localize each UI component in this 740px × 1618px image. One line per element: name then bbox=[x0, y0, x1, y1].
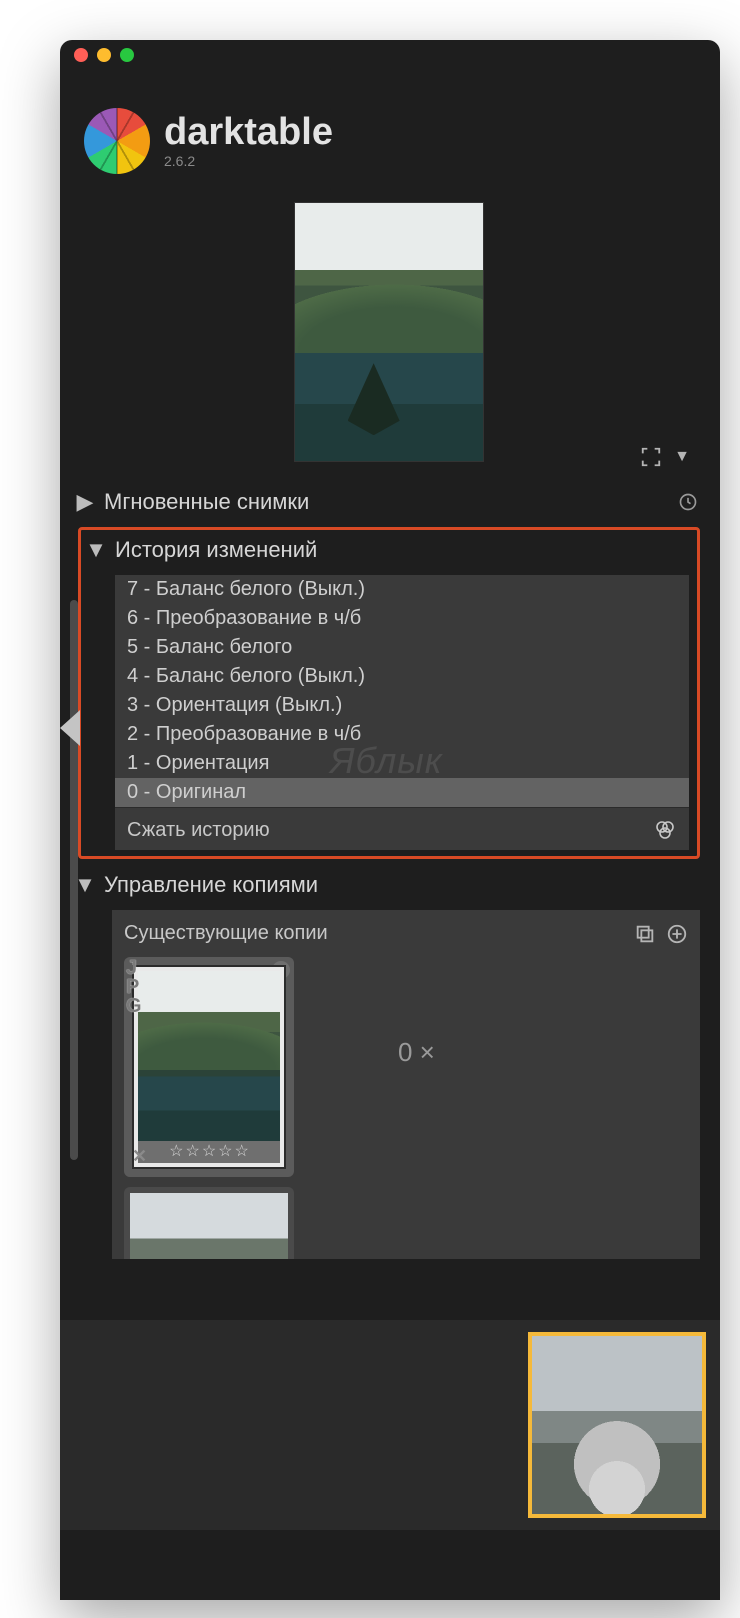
window-titlebar bbox=[60, 40, 720, 70]
chevron-down-icon: ▼ bbox=[89, 537, 103, 563]
history-list: 7 - Баланс белого (Выкл.) 6 - Преобразов… bbox=[115, 575, 689, 807]
history-item-selected[interactable]: 0 - Оригинал bbox=[115, 778, 689, 807]
star-icon[interactable]: ☆ bbox=[202, 1141, 216, 1161]
panel-snapshots: ▶ Мгновенные снимки bbox=[78, 482, 700, 521]
app-name: darktable bbox=[164, 113, 333, 151]
history-item[interactable]: 3 - Ориентация (Выкл.) bbox=[115, 691, 689, 720]
preview-area: ▼ bbox=[78, 194, 700, 476]
history-item[interactable]: 1 - Ориентация bbox=[115, 749, 689, 778]
reject-icon[interactable]: ✕ bbox=[132, 1146, 147, 1167]
thumbnail-image bbox=[138, 971, 280, 1141]
copy-count: 0 × bbox=[318, 957, 435, 1147]
panel-header-snapshots[interactable]: ▶ Мгновенные снимки bbox=[78, 482, 700, 521]
file-format-badge: JPG bbox=[126, 959, 142, 1016]
copies-body: Существующие копии JPG ✕ bbox=[112, 910, 700, 1259]
star-rating[interactable]: ☆ ☆ ☆ ☆ ☆ bbox=[138, 1139, 280, 1163]
collapse-panel-icon[interactable] bbox=[60, 710, 80, 746]
copy-thumbnail[interactable] bbox=[124, 1187, 294, 1259]
compress-history-row: Сжать историю bbox=[115, 807, 689, 850]
minimize-window-button[interactable] bbox=[97, 48, 111, 62]
chevron-right-icon: ▶ bbox=[78, 489, 92, 515]
close-window-button[interactable] bbox=[74, 48, 88, 62]
scrollbar[interactable] bbox=[70, 600, 78, 1160]
panel-header-history[interactable]: ▼ История изменений bbox=[81, 530, 697, 569]
compress-history-button[interactable]: Сжать историю bbox=[127, 819, 270, 842]
filmstrip-thumbnail-selected[interactable] bbox=[528, 1332, 706, 1518]
panel-header-copies[interactable]: ▼ Управление копиями bbox=[78, 865, 700, 904]
thumbnail-image bbox=[130, 1193, 288, 1259]
star-icon[interactable]: ☆ bbox=[235, 1141, 249, 1161]
star-icon[interactable]: ☆ bbox=[185, 1141, 199, 1161]
app-logo-icon bbox=[84, 108, 150, 174]
left-panel: darktable 2.6.2 ▼ ▶ Мгновенные снимки bbox=[60, 70, 720, 1259]
app-window: darktable 2.6.2 ▼ ▶ Мгновенные снимки bbox=[60, 40, 720, 1600]
fullscreen-icon[interactable] bbox=[640, 446, 662, 468]
preview-image[interactable] bbox=[294, 202, 484, 462]
thumbnail-image bbox=[532, 1336, 702, 1514]
panel-history-highlight: ▼ История изменений 7 - Баланс белого (В… bbox=[78, 527, 700, 859]
panel-title: Мгновенные снимки bbox=[104, 489, 309, 515]
filmstrip bbox=[60, 1320, 720, 1530]
history-item[interactable]: 7 - Баланс белого (Выкл.) bbox=[115, 575, 689, 604]
existing-copies-label: Существующие копии bbox=[124, 922, 328, 945]
app-brand: darktable 2.6.2 bbox=[84, 108, 700, 174]
styles-icon[interactable] bbox=[653, 818, 677, 842]
history-item[interactable]: 2 - Преобразование в ч/б bbox=[115, 720, 689, 749]
star-icon[interactable]: ☆ bbox=[169, 1141, 183, 1161]
history-item[interactable]: 5 - Баланс белого bbox=[115, 633, 689, 662]
reset-icon[interactable] bbox=[678, 492, 698, 512]
app-version: 2.6.2 bbox=[164, 153, 333, 169]
history-item[interactable]: 4 - Баланс белого (Выкл.) bbox=[115, 662, 689, 691]
zoom-window-button[interactable] bbox=[120, 48, 134, 62]
panel-title: Управление копиями bbox=[104, 872, 318, 898]
duplicate-icon[interactable] bbox=[634, 923, 656, 945]
copy-thumbnail[interactable]: JPG ✕ ☆ ☆ ☆ ☆ ☆ bbox=[124, 957, 294, 1177]
chevron-down-icon[interactable]: ▼ bbox=[674, 448, 690, 466]
star-icon[interactable]: ☆ bbox=[218, 1141, 232, 1161]
add-icon[interactable] bbox=[666, 923, 688, 945]
history-item[interactable]: 6 - Преобразование в ч/б bbox=[115, 604, 689, 633]
chevron-down-icon: ▼ bbox=[78, 872, 92, 898]
panel-title: История изменений bbox=[115, 537, 317, 563]
panel-copies: ▼ Управление копиями Существующие копии bbox=[78, 865, 700, 1259]
